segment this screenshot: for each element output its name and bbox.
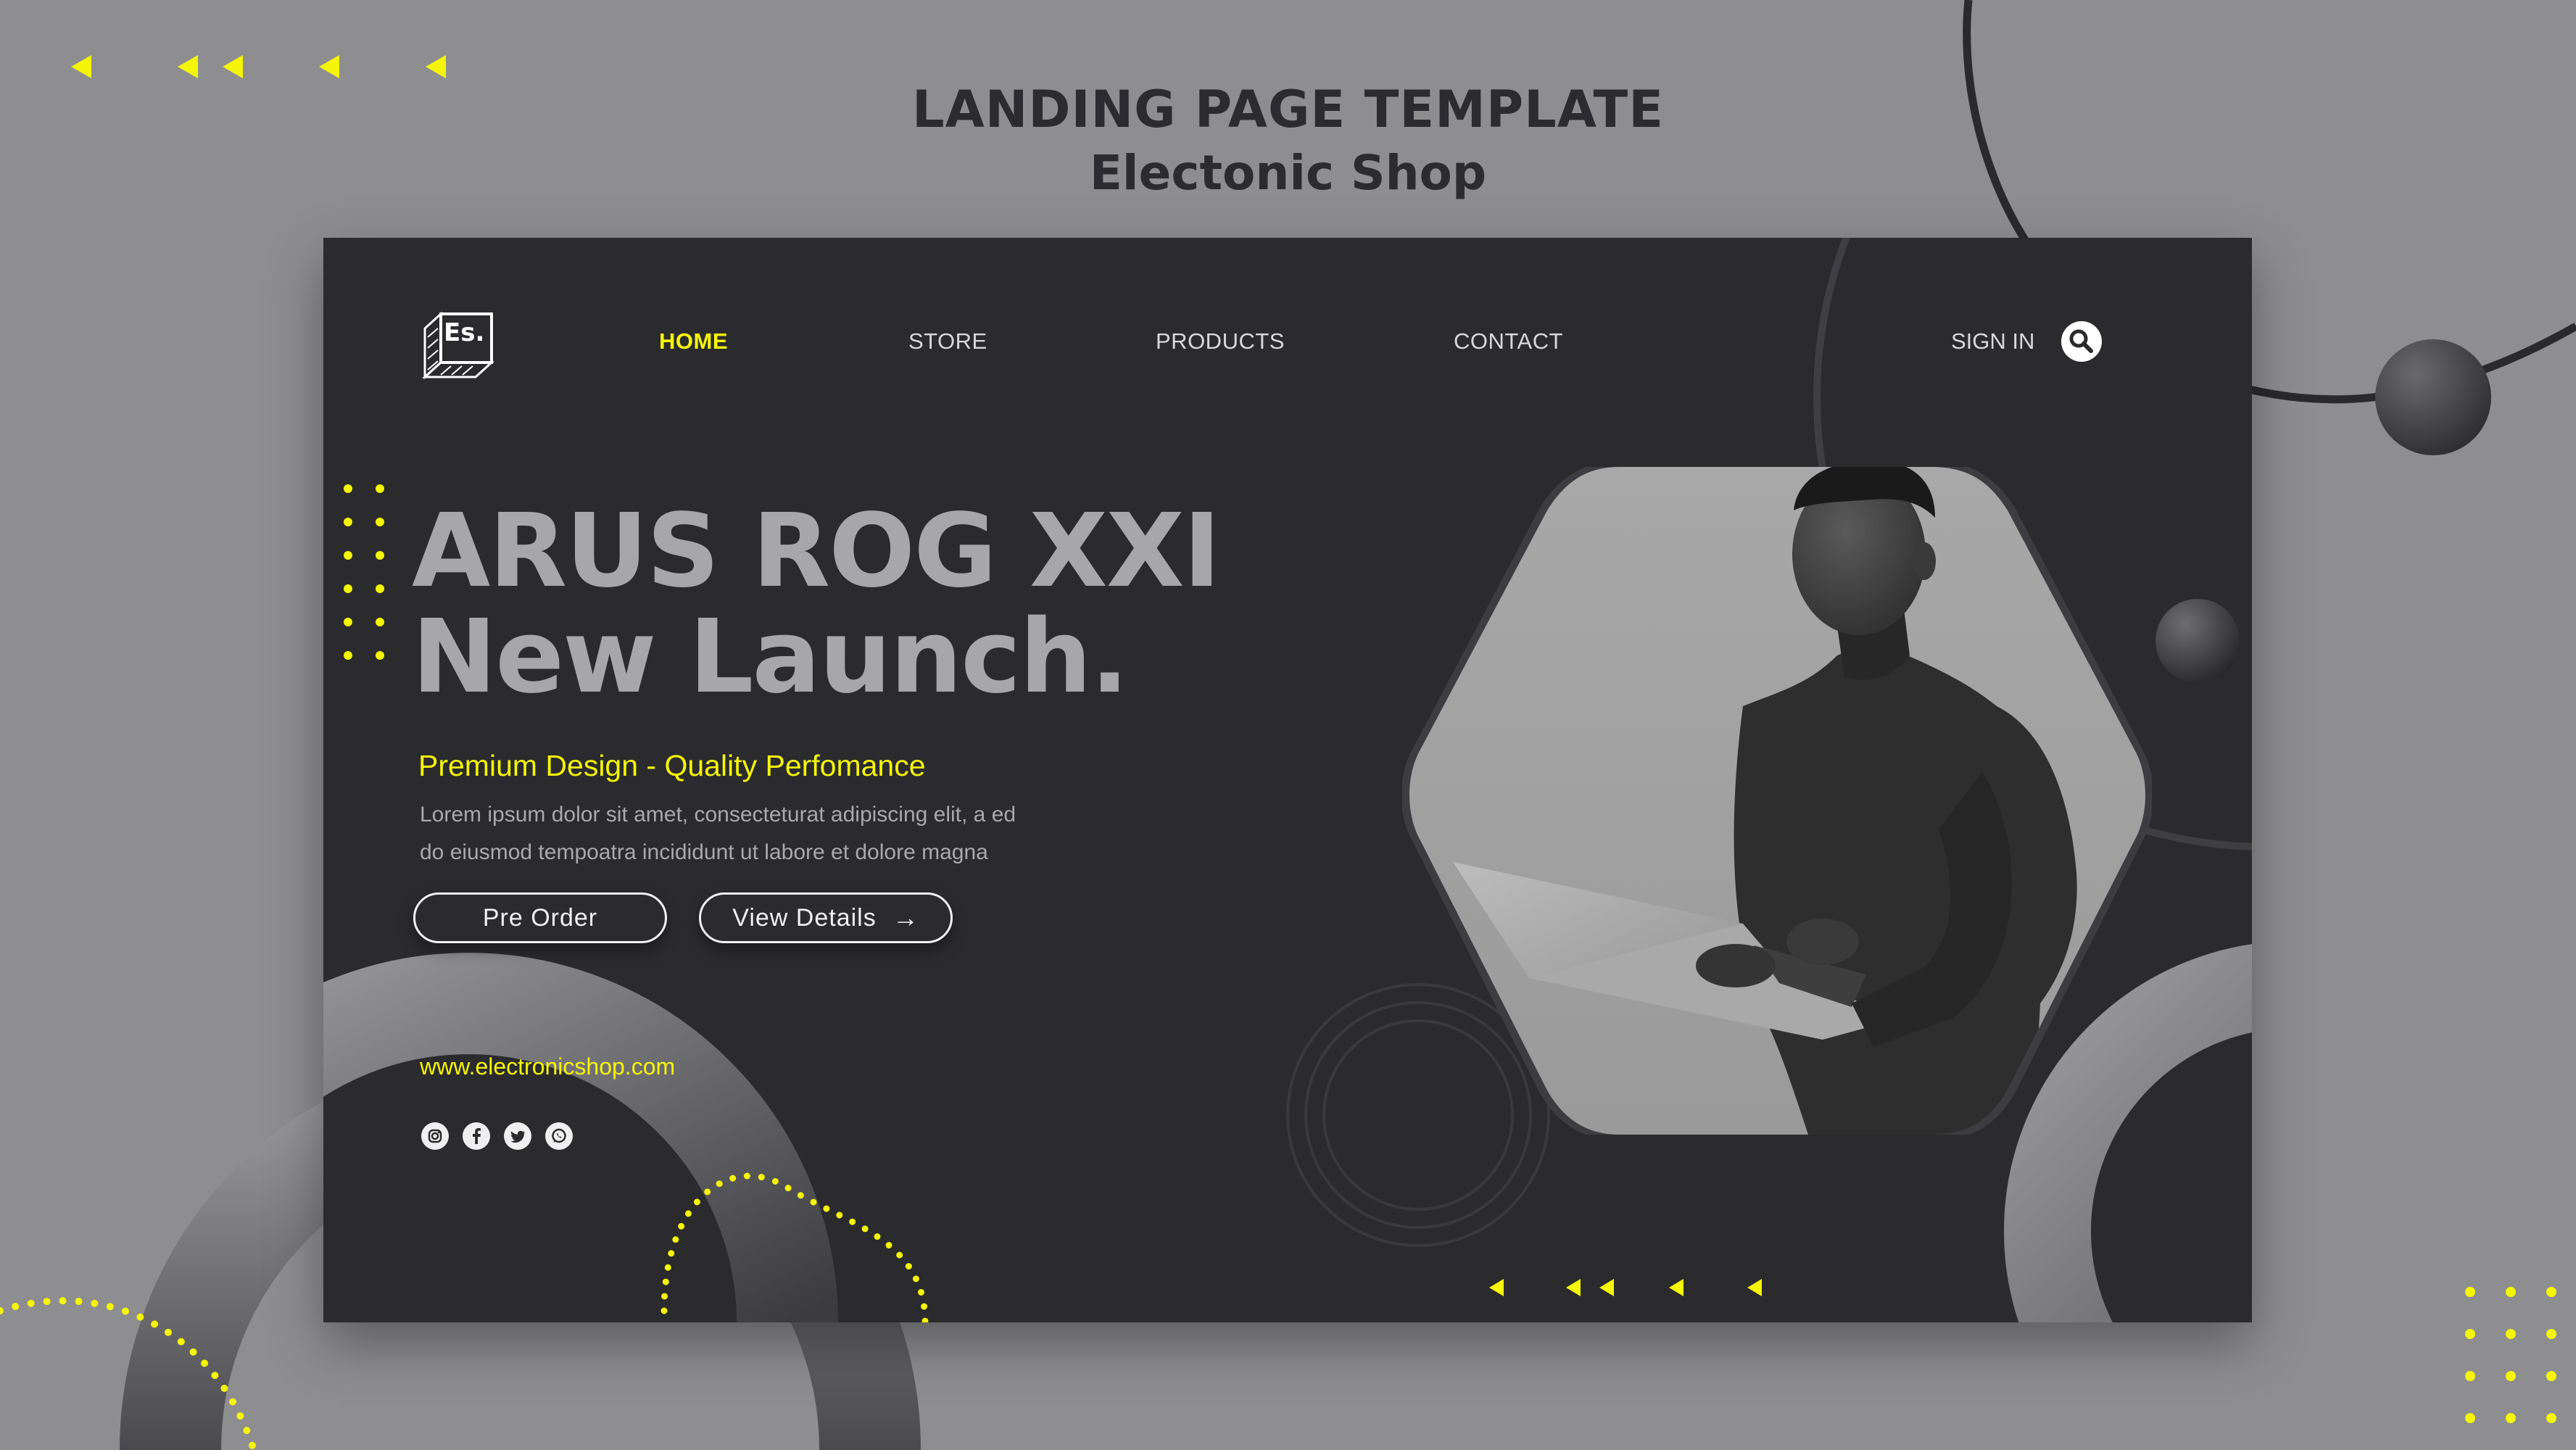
instagram-icon[interactable] [421, 1122, 449, 1150]
sphere-decoration [2375, 339, 2491, 455]
logo-text: Es. [444, 318, 485, 347]
search-icon [2069, 329, 2093, 353]
pre-order-label: Pre Order [482, 903, 598, 932]
nav-contact[interactable]: CONTACT [1454, 328, 1563, 355]
logo[interactable]: Es. [419, 308, 499, 388]
twitter-icon[interactable] [504, 1122, 531, 1150]
page-title: LANDING PAGE TEMPLATE [911, 80, 1665, 139]
view-details-button[interactable]: View Details → [699, 892, 953, 943]
facebook-icon[interactable] [463, 1122, 490, 1150]
sign-in-link[interactable]: SIGN IN [1951, 328, 2034, 355]
search-button[interactable] [2061, 321, 2102, 362]
website-link[interactable]: www.electronicshop.com [420, 1053, 675, 1080]
page-subtitle: Electonic Shop [1089, 145, 1487, 201]
headline-line-1: ARUS ROG XXI [412, 492, 1221, 610]
triangle-decoration-top-left [71, 55, 446, 78]
landing-card: Es. HOME STORE PRODUCTS CONTACT SIGN IN … [323, 238, 2252, 1322]
nav-store[interactable]: STORE [908, 328, 987, 355]
dot-grid-decoration [2465, 1287, 2556, 1423]
view-details-label: View Details [732, 903, 877, 932]
whatsapp-icon[interactable] [545, 1122, 573, 1150]
arrow-right-icon: → [892, 903, 919, 932]
nav-products[interactable]: PRODUCTS [1156, 328, 1285, 355]
hero-headline: ARUS ROG XXI New Launch. [412, 492, 1221, 716]
body-line-2: do eiusmod tempoatra incididunt ut labor… [420, 840, 988, 864]
pre-order-button[interactable]: Pre Order [413, 892, 667, 943]
hero-tagline: Premium Design - Quality Perfomance [418, 749, 926, 782]
hero-body-text: Lorem ipsum dolor sit amet, consectetura… [420, 796, 1116, 871]
hero-photo [1402, 467, 2152, 1135]
headline-line-2: New Launch. [412, 598, 1129, 716]
body-line-1: Lorem ipsum dolor sit amet, consectetura… [420, 803, 1016, 826]
nav-home[interactable]: HOME [659, 328, 728, 355]
